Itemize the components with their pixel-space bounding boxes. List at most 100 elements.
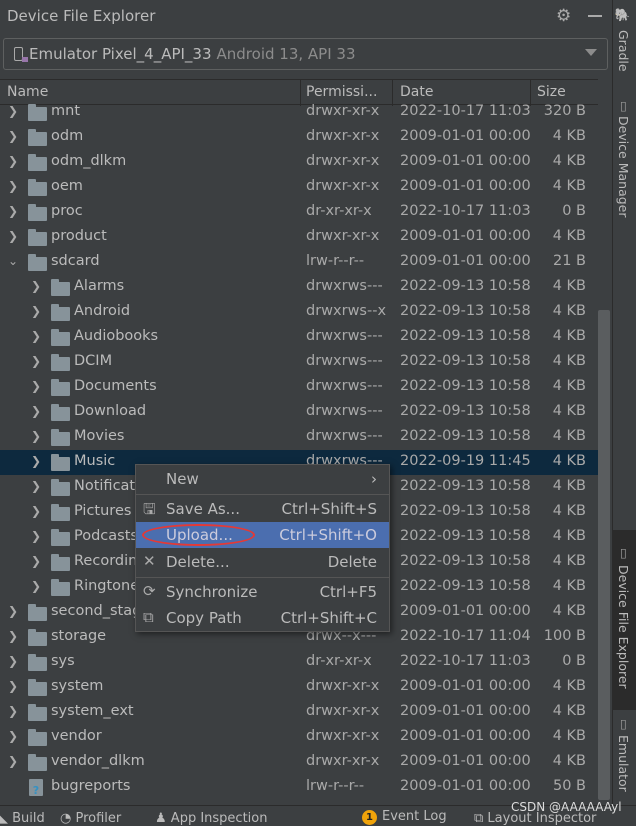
table-row[interactable]: ❯ system_ext drwxr-xr-x 2009-01-01 00:00 4 K… [0, 700, 598, 725]
tool-event-log[interactable]: 1 Event Log [362, 809, 447, 825]
menu-shortcut: Ctrl+F5 [319, 583, 377, 601]
table-row[interactable]: ❯ DCIM drwxrws--- 2022-09-13 10:58 4 KB [0, 350, 598, 375]
table-row[interactable]: ❯ oem drwxr-xr-x 2009-01-01 00:00 4 KB [0, 175, 598, 200]
menu-item-upload[interactable]: Upload... Ctrl+Shift+O [136, 522, 389, 548]
chevron-right-icon[interactable]: ❯ [31, 329, 41, 343]
chevron-right-icon[interactable]: ❯ [31, 429, 41, 443]
chevron-right-icon: › [371, 470, 377, 488]
chevron-right-icon[interactable]: ❯ [31, 404, 41, 418]
table-row[interactable]: ❯ vendor drwxr-xr-x 2009-01-01 00:00 4 KB [0, 725, 598, 750]
column-date[interactable]: Date [400, 84, 433, 100]
menu-item-copy-path[interactable]: ⧉ Copy Path Ctrl+Shift+C [136, 605, 389, 631]
chevron-right-icon[interactable]: ❯ [31, 579, 41, 593]
chevron-right-icon[interactable]: ❯ [31, 379, 41, 393]
table-row[interactable]: ? bugreports lrw-r--r-- 2009-01-01 00:00 50 … [0, 775, 598, 800]
menu-item-synchronize[interactable]: ⟳ Synchronize Ctrl+F5 [136, 579, 389, 605]
row-size: 4 KB [552, 128, 586, 144]
row-date: 2022-10-17 11:03 [400, 103, 531, 119]
device-file-explorer-panel: Device File Explorer ⚙ Emulator Pixel_4_… [0, 0, 612, 805]
folder-icon [51, 404, 70, 421]
row-size: 4 KB [552, 478, 586, 494]
chevron-right-icon[interactable]: ❯ [8, 179, 18, 193]
chevron-right-icon[interactable]: ❯ [31, 504, 41, 518]
chevron-right-icon[interactable]: ❯ [31, 529, 41, 543]
tool-tab-gradle[interactable]: Gradle [616, 30, 631, 72]
chevron-right-icon[interactable]: ❯ [31, 554, 41, 568]
menu-item-save-as[interactable]: 🖫 Save As... Ctrl+Shift+S [136, 496, 389, 522]
table-row[interactable]: ❯ odm_dlkm drwxr-xr-x 2009-01-01 00:00 4 KB [0, 150, 598, 175]
chevron-right-icon[interactable]: ❯ [31, 279, 41, 293]
row-name: bugreports [51, 778, 131, 794]
chevron-right-icon[interactable]: ❯ [8, 204, 18, 218]
table-row[interactable]: ❯ mnt drwxr-xr-x 2022-10-17 11:03 320 B [0, 100, 598, 125]
row-date: 2009-01-01 00:00 [400, 728, 531, 744]
row-name: system [51, 678, 104, 694]
tool-tab-emulator[interactable]: Emulator [616, 735, 631, 792]
row-name: oem [51, 178, 83, 194]
menu-item-new[interactable]: New › [136, 466, 389, 492]
tool-build[interactable]: ◣ Build [0, 811, 45, 826]
row-permissions: drwxrws--- [306, 353, 383, 369]
row-size: 4 KB [552, 753, 586, 769]
chevron-right-icon[interactable]: ❯ [31, 479, 41, 493]
column-size[interactable]: Size [537, 84, 566, 100]
device-selector[interactable]: Emulator Pixel_4_API_33 Android 13, API … [3, 38, 608, 70]
table-row[interactable]: ❯ Download drwxrws--- 2022-09-13 10:58 4 KB [0, 400, 598, 425]
tool-tab-device-file-explorer[interactable]: Device File Explorer [616, 565, 631, 689]
minimize-icon[interactable] [588, 15, 602, 17]
menu-label: Save As... [166, 500, 240, 518]
chevron-right-icon[interactable]: ❯ [8, 629, 18, 643]
gear-icon[interactable]: ⚙ [556, 6, 571, 26]
chevron-down-icon[interactable]: ⌄ [8, 254, 18, 268]
table-row[interactable]: ❯ Movies drwxrws--- 2022-09-13 10:58 4 KB [0, 425, 598, 450]
chevron-right-icon[interactable]: ❯ [8, 154, 18, 168]
table-row[interactable]: ❯ product drwxr-xr-x 2009-01-01 00:00 4 KB [0, 225, 598, 250]
table-row[interactable]: ❯ proc dr-xr-xr-x 2022-10-17 11:03 0 B [0, 200, 598, 225]
panel-title: Device File Explorer [7, 7, 156, 25]
row-name: Download [74, 403, 147, 419]
chevron-right-icon[interactable]: ❯ [8, 229, 18, 243]
tool-app-inspection[interactable]: ♟ App Inspection [155, 811, 267, 826]
chevron-right-icon[interactable]: ❯ [8, 729, 18, 743]
chevron-right-icon[interactable]: ❯ [8, 704, 18, 718]
tool-tab-device-manager[interactable]: Device Manager [616, 116, 631, 218]
table-row[interactable]: ❯ Audiobooks drwxrws--- 2022-09-13 10:58 4 K… [0, 325, 598, 350]
chevron-right-icon[interactable]: ❯ [8, 129, 18, 143]
row-size: 4 KB [552, 528, 586, 544]
table-row[interactable]: ❯ Alarms drwxrws--- 2022-09-13 10:58 4 KB [0, 275, 598, 300]
chevron-right-icon[interactable]: ❯ [31, 354, 41, 368]
scrollbar[interactable] [598, 310, 610, 800]
chevron-right-icon[interactable]: ❯ [31, 454, 41, 468]
chevron-right-icon[interactable]: ❯ [8, 654, 18, 668]
table-row[interactable]: ❯ sys dr-xr-xr-x 2022-10-17 11:03 0 B [0, 650, 598, 675]
device-phone-icon [14, 47, 28, 62]
row-name: Documents [74, 378, 157, 394]
folder-icon [28, 704, 47, 721]
row-name: Audiobooks [74, 328, 159, 344]
column-name[interactable]: Name [7, 84, 48, 100]
table-row[interactable]: ❯ Documents drwxrws--- 2022-09-13 10:58 4 KB [0, 375, 598, 400]
table-row[interactable]: ❯ vendor_dlkm drwxr-xr-x 2009-01-01 00:00 4 … [0, 750, 598, 775]
column-permissions[interactable]: Permissi... [306, 84, 377, 100]
chevron-right-icon[interactable]: ❯ [8, 604, 18, 618]
table-row[interactable]: ⌄ sdcard lrw-r--r-- 2009-01-01 00:00 21 B [0, 250, 598, 275]
row-size: 4 KB [552, 603, 586, 619]
row-permissions: lrw-r--r-- [306, 253, 365, 269]
row-permissions: dr-xr-xr-x [306, 653, 372, 669]
menu-label: Synchronize [166, 583, 258, 601]
tool-profiler[interactable]: ◔ Profiler [60, 811, 121, 826]
menu-item-delete[interactable]: ✕ Delete... Delete [136, 549, 389, 575]
row-size: 0 B [562, 653, 586, 669]
table-row[interactable]: ❯ Android drwxrws--x 2022-09-13 10:58 4 KB [0, 300, 598, 325]
chevron-right-icon[interactable]: ❯ [8, 104, 18, 118]
row-size: 4 KB [552, 178, 586, 194]
row-permissions: drwxrws--- [306, 278, 383, 294]
chevron-right-icon[interactable]: ❯ [8, 754, 18, 768]
row-size: 4 KB [552, 428, 586, 444]
dropdown-arrow-icon[interactable] [585, 49, 597, 56]
menu-divider [136, 577, 389, 578]
chevron-right-icon[interactable]: ❯ [31, 304, 41, 318]
table-row[interactable]: ❯ odm drwxr-xr-x 2009-01-01 00:00 4 KB [0, 125, 598, 150]
table-row[interactable]: ❯ system drwxr-xr-x 2009-01-01 00:00 4 KB [0, 675, 598, 700]
chevron-right-icon[interactable]: ❯ [8, 679, 18, 693]
